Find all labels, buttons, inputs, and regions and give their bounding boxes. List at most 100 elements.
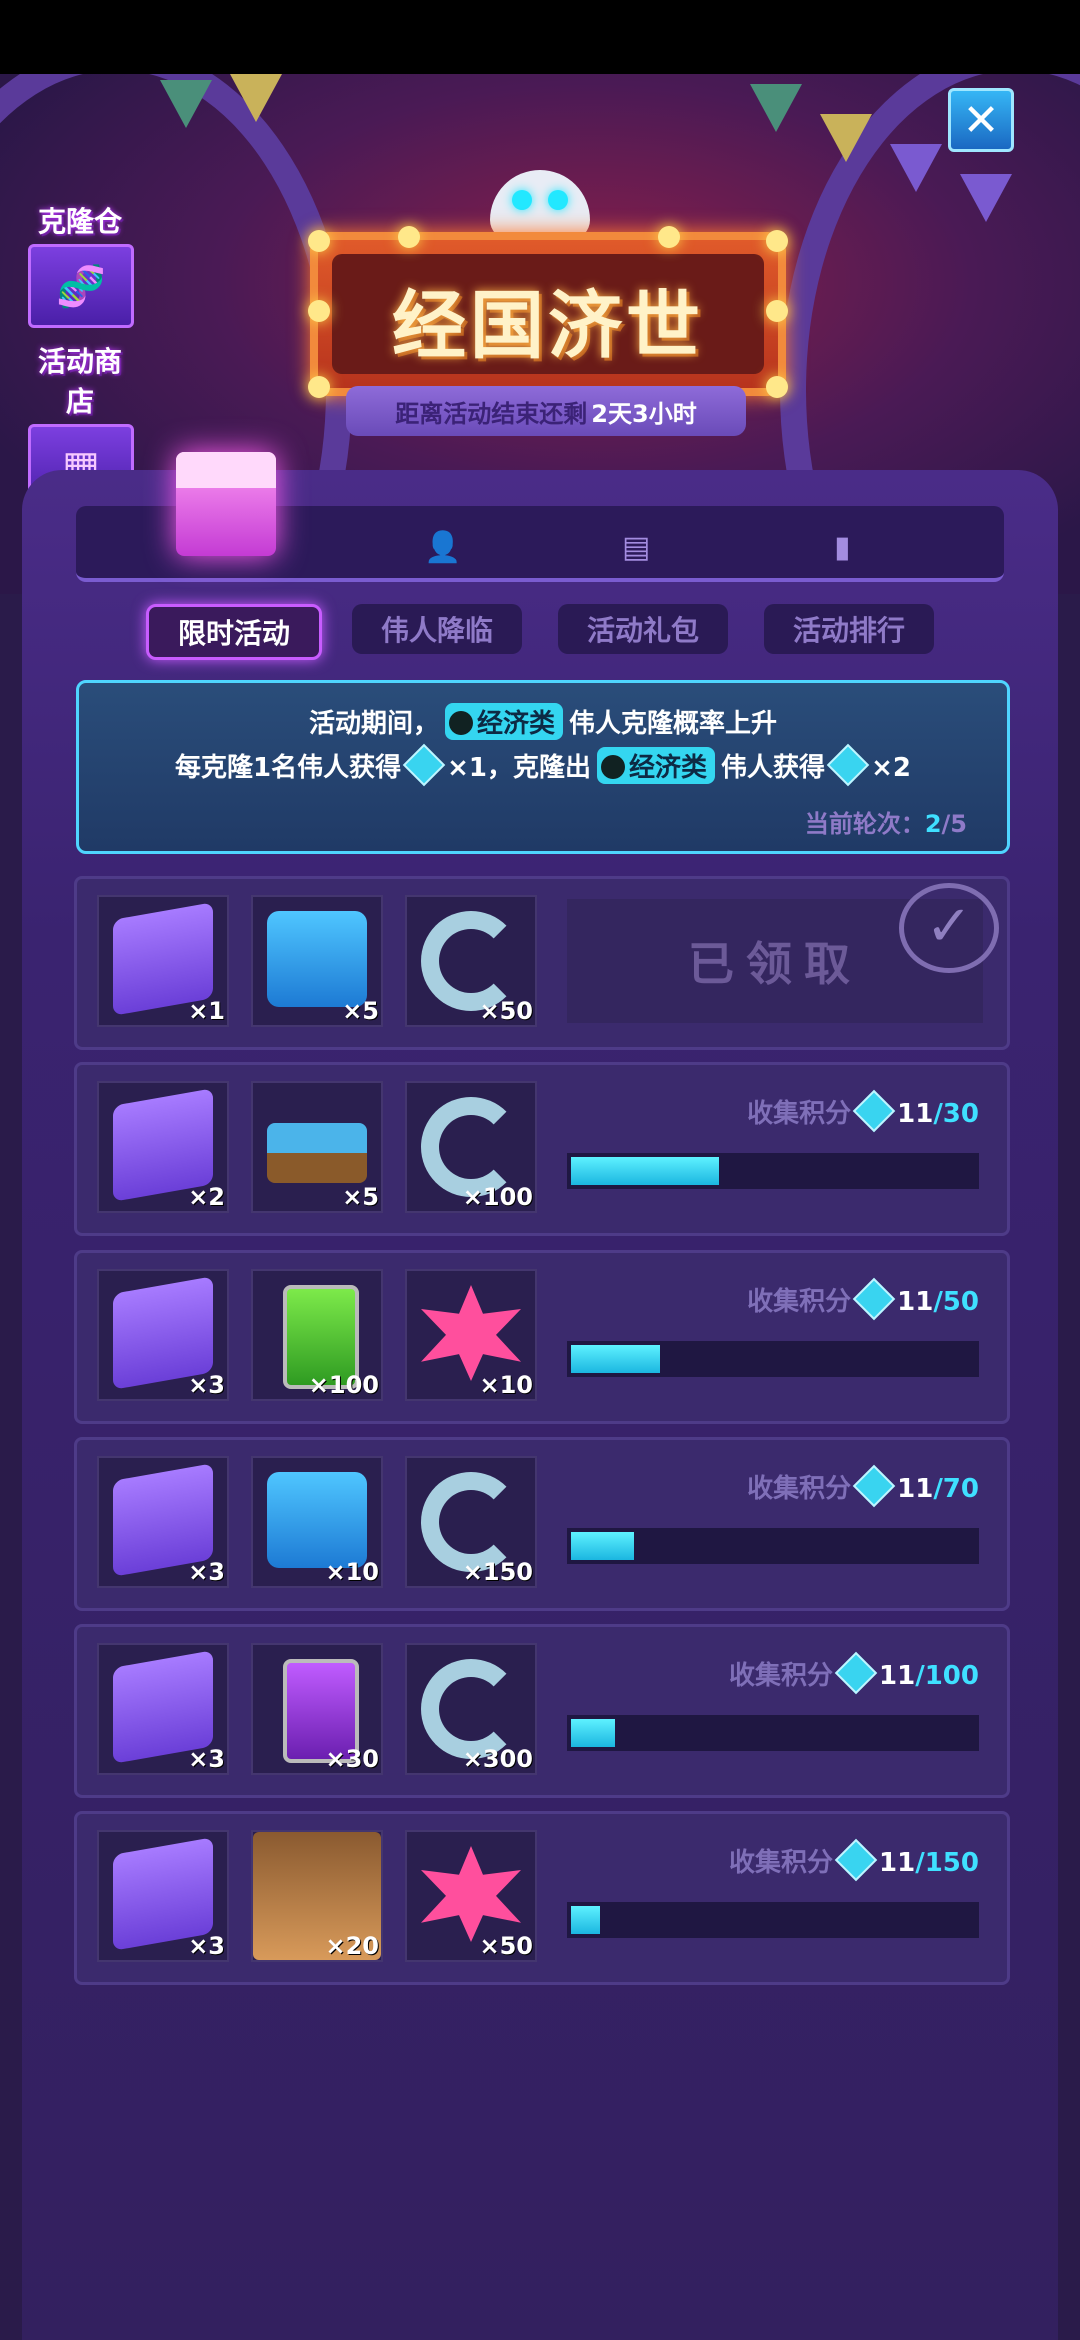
bulb-icon [766, 300, 788, 322]
reward-tier-row[interactable]: ×2 ×5 ×100 收集积分 11/30 [74, 1062, 1010, 1236]
countdown-prefix: 距离活动结束还剩 [395, 399, 588, 428]
reward-item-slot[interactable]: ×3 [97, 1830, 229, 1962]
item-count: ×10 [479, 1371, 533, 1399]
coin-icon [448, 711, 473, 735]
item-count: ×50 [479, 1932, 533, 1960]
reward-tier-row[interactable]: ×3 ×100 ×10 收集积分 11/50 [74, 1250, 1010, 1424]
item-count: ×20 [325, 1932, 379, 1960]
reward-item-slot[interactable]: ×3 [97, 1269, 229, 1401]
score-gem-icon [852, 1089, 896, 1133]
reward-item-slot[interactable]: ×5 [251, 895, 383, 1027]
robot-mascot-icon [490, 150, 590, 242]
blue-house-book-icon [267, 1472, 367, 1568]
reward-item-slot[interactable]: ×100 [405, 1081, 537, 1213]
collect-score: 收集积分 11/100 [729, 1651, 979, 1695]
item-count: ×300 [462, 1745, 533, 1773]
tab-event-gift-pack[interactable]: 活动礼包 [558, 604, 728, 654]
close-button[interactable]: ✕ [948, 88, 1014, 152]
economy-tag: 经济类 [444, 703, 563, 740]
progress-bar [567, 1341, 979, 1377]
reward-item-slot[interactable]: ×3 [97, 1643, 229, 1775]
coin-icon [601, 755, 626, 779]
progress-bar [567, 1715, 979, 1751]
item-count: ×5 [342, 997, 379, 1025]
score-gem-icon [834, 1838, 878, 1882]
reward-tier-row[interactable]: ×3 ×20 ×50 收集积分 11/150 [74, 1811, 1010, 1985]
reward-item-slot[interactable]: ×2 [97, 1081, 229, 1213]
metal-ring-icon [421, 1659, 521, 1759]
reward-tier-row[interactable]: ×3 ×10 ×150 收集积分 11/70 [74, 1437, 1010, 1611]
pink-star-crystal-icon [421, 1846, 521, 1942]
progress-fill [571, 1719, 615, 1747]
checkmark-icon: ✓ [899, 883, 999, 973]
reward-item-slot[interactable]: ×300 [405, 1643, 537, 1775]
item-count: ×3 [188, 1371, 225, 1399]
ranking-tab-icon[interactable]: ▮ [834, 530, 851, 565]
collect-score: 收集积分 11/150 [729, 1838, 979, 1882]
item-count: ×3 [188, 1932, 225, 1960]
round-total: /5 [941, 810, 967, 838]
countdown-value: 2天3小时 [591, 399, 697, 428]
info-text: 伟人获得 [721, 753, 826, 783]
clone-cube-tab-icon[interactable] [176, 452, 276, 556]
reward-tier-row[interactable]: ×1 ×5 ×50 已领取 ✓ [74, 876, 1010, 1050]
dna-icon: 🧬 [28, 244, 134, 328]
score-target: /30 [933, 1099, 979, 1129]
info-text: 活动期间， [308, 709, 439, 739]
person-tab-icon[interactable]: 👤 [424, 530, 461, 565]
score-label: 收集积分 [747, 1287, 852, 1317]
tab-great-person-arrival[interactable]: 伟人降临 [352, 604, 522, 654]
score-target: /150 [915, 1848, 979, 1878]
current-round: 当前轮次：2/5 [805, 804, 967, 839]
pennant-flag [890, 144, 942, 192]
reward-item-slot[interactable]: ×1 [97, 895, 229, 1027]
score-gem-icon [834, 1651, 878, 1695]
close-icon: ✕ [962, 94, 1000, 146]
score-value: 11 [897, 1287, 934, 1317]
item-count: ×50 [479, 997, 533, 1025]
round-label: 当前轮次： [804, 810, 925, 838]
info-text: ×2 [871, 753, 911, 783]
metal-ring-icon [421, 1472, 521, 1572]
reward-tier-row[interactable]: ×3 ×30 ×300 收集积分 11/100 [74, 1624, 1010, 1798]
item-count: ×10 [325, 1558, 379, 1586]
clone-bay-label: 克隆仓 [37, 205, 122, 238]
score-value: 11 [879, 1848, 916, 1878]
pennant-flag [820, 114, 872, 162]
bulb-icon [766, 376, 788, 398]
score-label: 收集积分 [747, 1474, 852, 1504]
reward-item-slot[interactable]: ×10 [251, 1456, 383, 1588]
reward-item-slot[interactable]: ×5 [251, 1081, 383, 1213]
pennant-flag [750, 84, 802, 132]
reward-item-slot[interactable]: ×100 [251, 1269, 383, 1401]
reward-item-slot[interactable]: ×20 [251, 1830, 383, 1962]
score-target: /100 [915, 1661, 979, 1691]
clone-bay-button[interactable]: 克隆仓 🧬 [28, 200, 134, 328]
bulb-icon [658, 226, 680, 248]
reward-item-slot[interactable]: ×3 [97, 1456, 229, 1588]
collect-score: 收集积分 11/30 [747, 1089, 979, 1133]
bulb-icon [766, 230, 788, 252]
tab-limited-event[interactable]: 限时活动 [146, 604, 322, 660]
progress-fill [571, 1157, 719, 1185]
reward-item-slot[interactable]: ×150 [405, 1456, 537, 1588]
info-text: 每克隆1名伟人获得 [175, 753, 402, 783]
score-gem-icon [402, 743, 446, 787]
tab-event-ranking[interactable]: 活动排行 [764, 604, 934, 654]
progress-fill [571, 1906, 600, 1934]
score-target: /50 [933, 1287, 979, 1317]
reward-item-slot[interactable]: ×30 [251, 1643, 383, 1775]
gift-tab-icon[interactable]: ▤ [622, 530, 650, 565]
economy-tag-label: 经济类 [629, 753, 708, 783]
reward-item-slot[interactable]: ×50 [405, 895, 537, 1027]
reward-item-slot[interactable]: ×10 [405, 1269, 537, 1401]
info-text: ×1，克隆出 [447, 753, 592, 783]
score-value: 11 [897, 1474, 934, 1504]
event-shop-label: 活动商店 [37, 345, 122, 418]
item-count: ×3 [188, 1745, 225, 1773]
reward-item-slot[interactable]: ×50 [405, 1830, 537, 1962]
bulb-icon [308, 376, 330, 398]
metal-ring-icon [421, 911, 521, 1011]
bulb-icon [308, 230, 330, 252]
item-count: ×100 [308, 1371, 379, 1399]
